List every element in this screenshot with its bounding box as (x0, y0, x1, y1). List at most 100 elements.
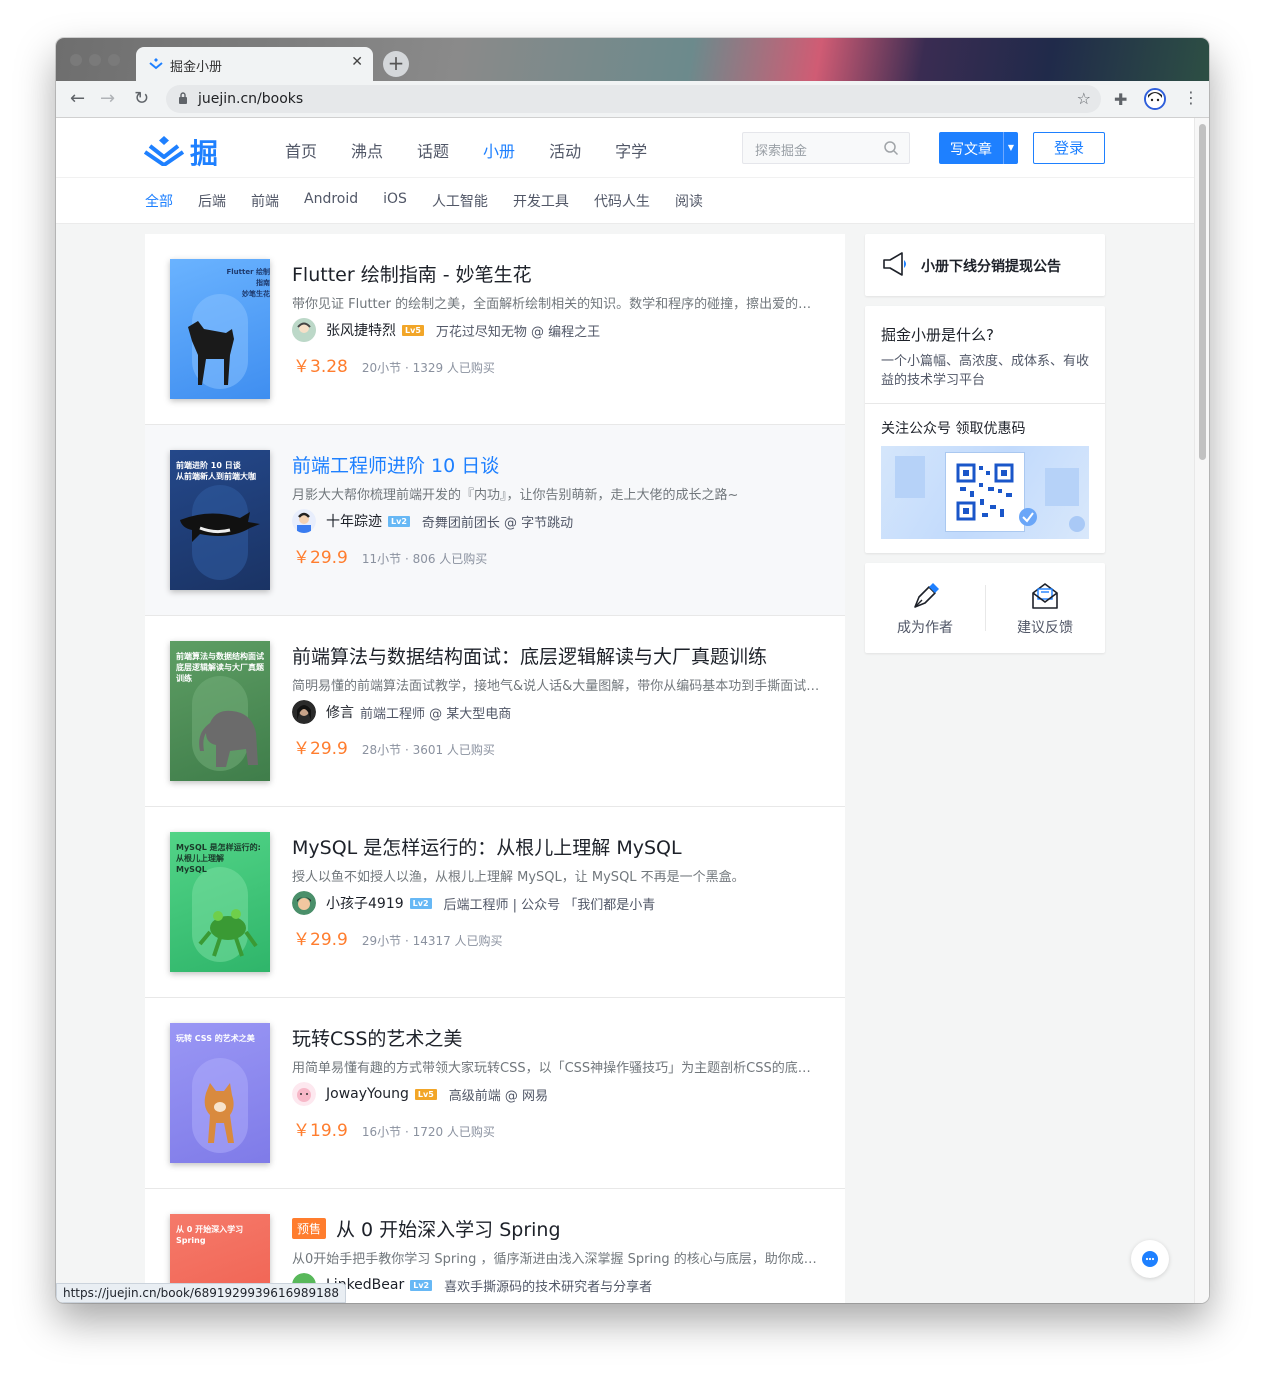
scrollbar-thumb[interactable] (1199, 124, 1206, 460)
price-row: ￥29.9 28小节 · 3601 人已购买 (293, 734, 495, 759)
book-item[interactable]: Flutter 绘制指南 妙笔生花 Flutter 绘制指南 - 妙笔生花 带你见… (145, 234, 845, 425)
notice-card[interactable]: 小册下线分销提现公告 (865, 234, 1105, 296)
author-avatar[interactable] (292, 891, 316, 915)
author-name[interactable]: 张风捷特烈 (326, 320, 396, 340)
price-row: ￥19.9 16小节 · 1720 人已购买 (293, 1116, 495, 1141)
write-article-label: 写文章 (950, 142, 992, 158)
avatar-face-icon (292, 1082, 316, 1106)
author-avatar[interactable] (292, 1082, 316, 1106)
extensions-puzzle-icon[interactable]: ✚ (1114, 90, 1127, 109)
login-button[interactable]: 登录 (1033, 132, 1105, 164)
browser-tab[interactable]: 掘金小册 ✕ (136, 47, 373, 81)
address-bar[interactable]: juejin.cn/books ☆ (166, 85, 1101, 113)
book-cover[interactable]: MySQL 是怎样运行的: 从根儿上理解 MySQL (170, 832, 270, 972)
book-cover[interactable]: Flutter 绘制指南 妙笔生花 (170, 259, 270, 399)
feedback-label: 建议反馈 (1017, 620, 1073, 636)
new-tab-button[interactable]: + (383, 51, 409, 77)
book-description: 从0开始手把手教你学习 Spring ，循序渐进由浅入深掌握 Spring 的核… (292, 1252, 822, 1267)
pen-icon (914, 583, 939, 608)
author-avatar[interactable] (292, 318, 316, 342)
qr-code-icon (956, 463, 1014, 521)
category-devtools[interactable]: 开发工具 (513, 191, 569, 211)
category-backend[interactable]: 后端 (198, 191, 226, 211)
avatar-face-icon (292, 509, 316, 533)
nav-home[interactable]: 首页 (285, 138, 317, 162)
minimize-window-button[interactable] (89, 54, 101, 66)
category-ai[interactable]: 人工智能 (432, 191, 488, 211)
feedback-button[interactable]: 建议反馈 (985, 563, 1105, 653)
write-dropdown-caret-icon[interactable]: ▼ (1003, 132, 1018, 164)
lock-icon (179, 92, 187, 104)
chat-dots-icon (1145, 1257, 1155, 1261)
nav-pins[interactable]: 沸点 (351, 138, 383, 162)
author-row: LinkedBear Lv2 喜欢手撕源码的技术研究者与分享者 (292, 1273, 652, 1297)
page-scrollbar[interactable] (1194, 118, 1209, 1303)
category-reading[interactable]: 阅读 (675, 191, 703, 211)
write-article-button[interactable]: 写文章 ▼ (939, 132, 1018, 164)
cover-title: 前端算法与数据结构面试 底层逻辑解读与大厂真题训练 (176, 652, 264, 683)
forward-arrow-icon[interactable]: → (100, 88, 115, 109)
book-item[interactable]: 前端进阶 10 日谈 从前端新人到前端大咖 前端工程师进阶 10 日谈 月影大大帮… (145, 425, 845, 616)
book-title[interactable]: Flutter 绘制指南 - 妙笔生花 (292, 260, 532, 287)
maximize-window-button[interactable] (108, 54, 120, 66)
intro-description: 一个小篇幅、高浓度、成体系、有收益的技术学习平台 (881, 354, 1090, 388)
cover-title: MySQL 是怎样运行的: 从根儿上理解 MySQL (176, 843, 261, 874)
search-icon[interactable] (883, 140, 899, 156)
author-row: 张风捷特烈 Lv5 万花过尽知无物 @ 编程之王 (292, 318, 600, 342)
nav-events[interactable]: 活动 (549, 138, 581, 162)
nav-learn[interactable]: 字学 (615, 138, 647, 162)
book-cover[interactable]: 前端算法与数据结构面试 底层逻辑解读与大厂真题训练 (170, 641, 270, 781)
author-avatar[interactable] (292, 700, 316, 724)
book-cover[interactable]: 前端进阶 10 日谈 从前端新人到前端大咖 (170, 450, 270, 590)
shiba-dog-illustration-icon (192, 1058, 248, 1153)
url-text: juejin.cn/books (198, 91, 304, 107)
chat-icon (1142, 1251, 1158, 1267)
book-title[interactable]: 玩转CSS的艺术之美 (292, 1024, 462, 1051)
category-all[interactable]: 全部 (145, 191, 173, 211)
category-ios[interactable]: iOS (383, 191, 407, 211)
qr-code-banner (881, 446, 1089, 539)
author-name[interactable]: 小孩子4919 (326, 893, 404, 913)
author-name[interactable]: 修言 (326, 702, 354, 722)
profile-avatar[interactable] (1144, 88, 1166, 110)
book-title[interactable]: 预售从 0 开始深入学习 Spring (292, 1215, 561, 1242)
author-title: 后端工程师 | 公众号 「我们都是小青 (443, 897, 656, 913)
search-input[interactable]: 探索掘金 (742, 132, 910, 164)
close-window-button[interactable] (70, 54, 82, 66)
book-item[interactable]: 前端算法与数据结构面试 底层逻辑解读与大厂真题训练 前端算法与数据结构面试：底层逻… (145, 616, 845, 807)
level-badge: Lv2 (410, 1279, 433, 1291)
browser-menu-icon[interactable]: ⋮ (1183, 88, 1199, 107)
author-title: 万花过尽知无物 @ 编程之王 (435, 324, 601, 340)
book-description: 用简单易懂有趣的方式带领大家玩转CSS，以「CSS神操作骚技巧」为主题剖析CSS… (292, 1061, 822, 1076)
book-title[interactable]: 前端工程师进阶 10 日谈 (292, 451, 499, 478)
tab-close-icon[interactable]: ✕ (351, 54, 363, 70)
book-item[interactable]: 玩转 CSS 的艺术之美 玩转CSS的艺术之美 用简单易懂有趣的方式带领大家玩转… (145, 998, 845, 1189)
category-frontend[interactable]: 前端 (251, 191, 279, 211)
megaphone-icon (883, 252, 906, 276)
become-author-button[interactable]: 成为作者 (865, 563, 985, 653)
search-placeholder: 探索掘金 (755, 144, 808, 159)
book-item[interactable]: MySQL 是怎样运行的: 从根儿上理解 MySQL MySQL 是怎样运行的：从根… (145, 807, 845, 998)
book-cover[interactable]: 玩转 CSS 的艺术之美 (170, 1023, 270, 1163)
reload-icon[interactable]: ↻ (134, 88, 149, 109)
category-career[interactable]: 代码人生 (594, 191, 650, 211)
category-android[interactable]: Android (304, 191, 358, 211)
nav-books[interactable]: 小册 (483, 138, 515, 162)
chat-button[interactable] (1131, 1240, 1169, 1278)
level-badge: Lv5 (402, 324, 424, 336)
juejin-logo[interactable]: 掘金 (143, 132, 244, 210)
book-price: ￥19.9 (293, 1121, 348, 1141)
author-name[interactable]: JowayYoung (326, 1086, 409, 1102)
author-avatar[interactable] (292, 509, 316, 533)
qr-code (945, 452, 1025, 532)
book-price: ￥3.28 (293, 357, 348, 377)
book-title[interactable]: MySQL 是怎样运行的：从根儿上理解 MySQL (292, 833, 682, 860)
book-price: ￥29.9 (293, 739, 348, 759)
book-title[interactable]: 前端算法与数据结构面试：底层逻辑解读与大厂真题训练 (292, 642, 767, 669)
bookmark-star-icon[interactable]: ☆ (1077, 89, 1091, 108)
back-arrow-icon[interactable]: ← (70, 88, 85, 109)
nav-topics[interactable]: 话题 (417, 138, 449, 162)
price-row: ￥29.9 11小节 · 806 人已购买 (293, 543, 487, 568)
browser-window: 掘金小册 ✕ + ← → ↻ juejin.cn/books ☆ ✚ ⋮ 掘 首… (56, 38, 1209, 1303)
author-name[interactable]: 十年踪迹 (326, 511, 382, 531)
